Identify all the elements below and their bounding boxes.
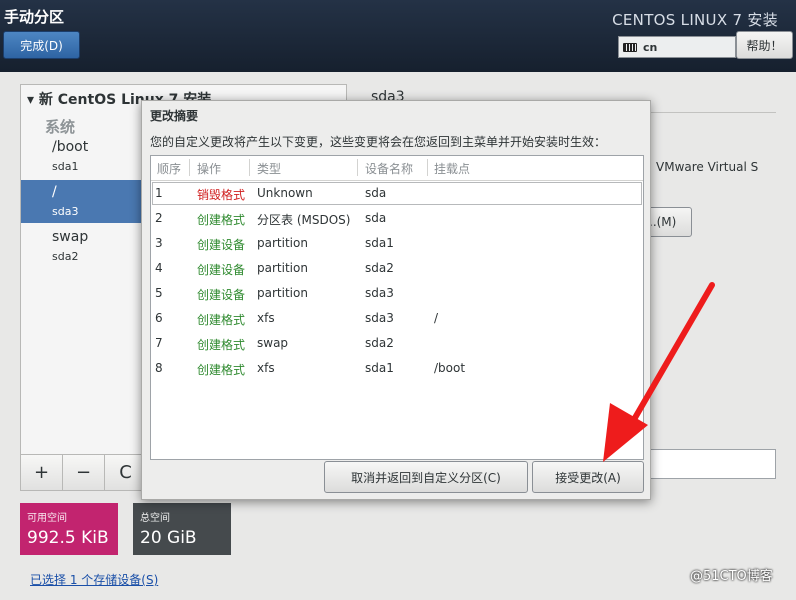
- cell-device: sda3: [365, 286, 394, 300]
- cell-action: 创建格式: [197, 338, 246, 352]
- cell-action: 创建格式: [197, 213, 246, 227]
- cell-action: 销毁格式: [197, 188, 246, 202]
- cell-action: 创建设备: [197, 288, 246, 302]
- table-row[interactable]: 4 创建设备 partition sda2: [151, 256, 643, 281]
- done-button[interactable]: 完成(D): [3, 31, 80, 59]
- changes-table: 顺序 操作 类型 设备名称 挂载点 1 销毁格式 Unknown sda 2 创…: [150, 155, 644, 460]
- partition-device: sda3: [52, 205, 79, 218]
- system-heading: 系统: [45, 118, 76, 136]
- cell-type: partition: [257, 236, 308, 250]
- partition-device: sda1: [52, 160, 79, 173]
- table-row[interactable]: 6 创建格式 xfs sda3 /: [151, 306, 643, 331]
- cell-order: 2: [155, 211, 163, 225]
- watermark: @51CTO博客: [690, 569, 773, 584]
- total-space-box: 总空间 20 GiB: [133, 503, 231, 555]
- header-bar: 手动分区 完成(D) CENTOS LINUX 7 安装 cn 帮助！: [0, 0, 796, 72]
- total-space-label: 总空间: [140, 513, 170, 524]
- cell-type: Unknown: [257, 186, 313, 200]
- cell-device: sda: [365, 186, 387, 200]
- table-row[interactable]: 3 创建设备 partition sda1: [151, 231, 643, 256]
- summary-of-changes-dialog: 更改摘要 您的自定义更改将产生以下变更，这些变更将会在您返回到主菜单并开始安装时…: [141, 100, 651, 500]
- dialog-title: 更改摘要: [150, 109, 199, 123]
- cell-action: 创建设备: [197, 263, 246, 277]
- add-partition-button[interactable]: +: [21, 455, 63, 490]
- table-header: 顺序 操作 类型 设备名称 挂载点: [151, 156, 643, 181]
- table-row[interactable]: 8 创建格式 xfs sda1 /boot: [151, 356, 643, 381]
- partition-device: sda2: [52, 250, 79, 263]
- column-separator: [189, 159, 190, 176]
- remove-partition-button[interactable]: −: [63, 455, 105, 490]
- accept-changes-button[interactable]: 接受更改(A): [532, 461, 644, 493]
- cell-type: partition: [257, 261, 308, 275]
- cell-order: 7: [155, 336, 163, 350]
- column-separator: [427, 159, 428, 176]
- cell-device: sda2: [365, 261, 394, 275]
- cell-mount: /: [434, 311, 439, 325]
- available-space-value: 992.5 KiB: [27, 528, 109, 548]
- column-header-order[interactable]: 顺序: [157, 160, 181, 177]
- cell-mount: /boot: [434, 361, 466, 375]
- available-space-box: 可用空间 992.5 KiB: [20, 503, 118, 555]
- keyboard-layout-label: cn: [643, 40, 658, 54]
- available-space-label: 可用空间: [27, 513, 67, 524]
- cell-device: sda1: [365, 361, 394, 375]
- cell-order: 1: [155, 186, 163, 200]
- cell-order: 3: [155, 236, 163, 250]
- cell-order: 6: [155, 311, 163, 325]
- total-space-value: 20 GiB: [140, 528, 197, 548]
- product-title: CENTOS LINUX 7 安装: [612, 11, 778, 29]
- selected-storage-link[interactable]: 已选择 1 个存储设备(S): [30, 571, 158, 588]
- table-row[interactable]: 7 创建格式 swap sda2: [151, 331, 643, 356]
- column-separator: [357, 159, 358, 176]
- cell-order: 5: [155, 286, 163, 300]
- cell-device: sda1: [365, 236, 394, 250]
- help-button[interactable]: 帮助！: [736, 31, 793, 59]
- cell-device: sda: [365, 211, 387, 225]
- cell-device: sda3: [365, 311, 394, 325]
- cell-type: partition: [257, 286, 308, 300]
- table-row[interactable]: 1 销毁格式 Unknown sda: [151, 181, 643, 206]
- table-row[interactable]: 2 创建格式 分区表 (MSDOS) sda: [151, 206, 643, 231]
- column-header-mount[interactable]: 挂载点: [434, 160, 470, 177]
- column-header-action[interactable]: 操作: [197, 160, 221, 177]
- cell-action: 创建格式: [197, 363, 246, 377]
- partition-mount: swap: [52, 229, 89, 245]
- cell-type: xfs: [257, 311, 275, 325]
- cell-order: 4: [155, 261, 163, 275]
- page-title: 手动分区: [4, 8, 65, 26]
- cell-type: swap: [257, 336, 289, 350]
- cell-order: 8: [155, 361, 163, 375]
- column-header-type[interactable]: 类型: [257, 160, 281, 177]
- label-field[interactable]: [648, 449, 776, 479]
- cell-type: 分区表 (MSDOS): [257, 213, 351, 227]
- keyboard-layout-indicator[interactable]: cn: [618, 36, 736, 58]
- column-header-device[interactable]: 设备名称: [365, 160, 413, 177]
- cell-action: 创建设备: [197, 238, 246, 252]
- modify-button[interactable]: ..(M): [648, 207, 692, 237]
- cell-type: xfs: [257, 361, 275, 375]
- column-separator: [249, 159, 250, 176]
- device-description: VMware Virtual S: [656, 160, 759, 174]
- partition-mount: /boot: [52, 139, 89, 155]
- partition-mount: /: [52, 184, 57, 200]
- dialog-description: 您的自定义更改将产生以下变更，这些变更将会在您返回到主菜单并开始安装时生效：: [150, 135, 607, 149]
- cell-device: sda2: [365, 336, 394, 350]
- table-row[interactable]: 5 创建设备 partition sda3: [151, 281, 643, 306]
- cancel-return-button[interactable]: 取消并返回到自定义分区(C): [324, 461, 528, 493]
- keyboard-icon: [623, 42, 637, 52]
- cell-action: 创建格式: [197, 313, 246, 327]
